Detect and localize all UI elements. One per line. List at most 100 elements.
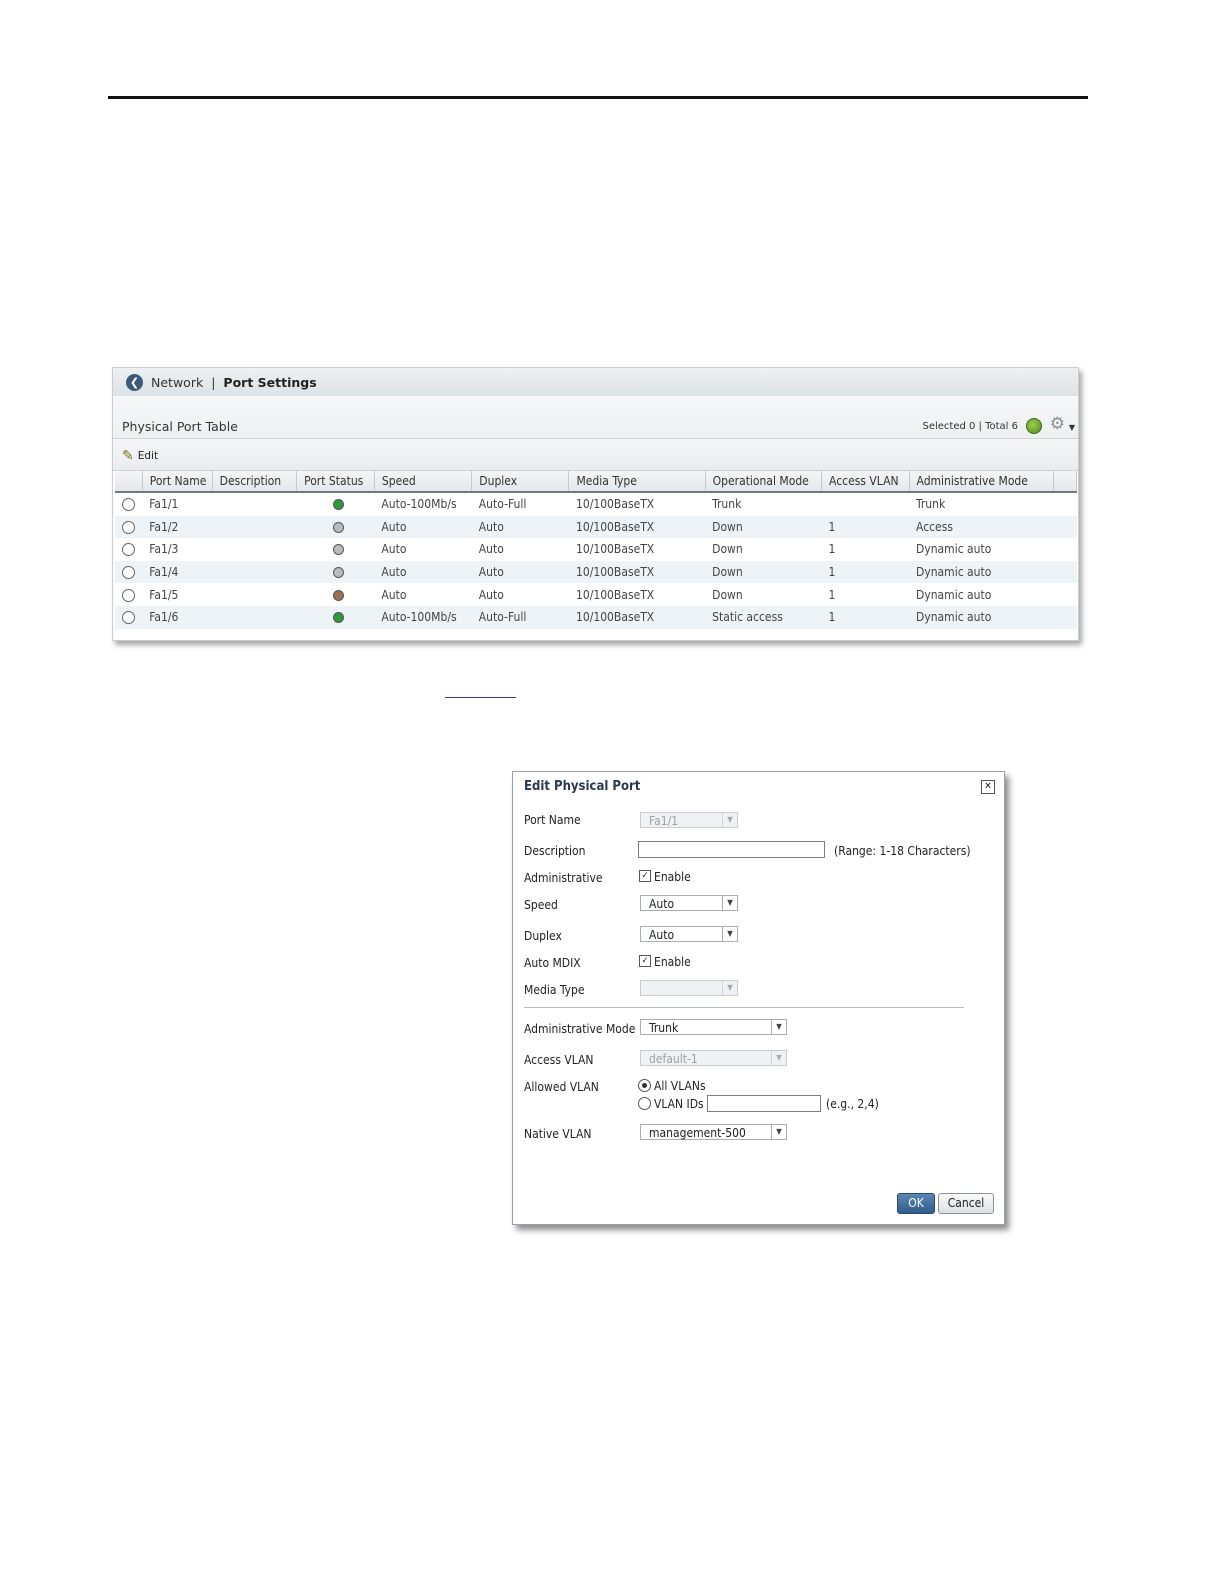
speed-cell: Auto bbox=[374, 515, 472, 539]
operational-mode-cell: Down bbox=[705, 560, 822, 584]
pencil-icon: ✎ bbox=[122, 448, 134, 464]
breadcrumb-separator: | bbox=[211, 374, 216, 390]
row-select-radio[interactable] bbox=[122, 588, 135, 602]
row-select-cell bbox=[115, 538, 142, 561]
table-row[interactable]: Fa1/1 Auto-100Mb/s Auto-Full 10/100BaseT… bbox=[115, 492, 1077, 516]
administrative-mode-cell: Access bbox=[909, 515, 1054, 539]
breadcrumb-network-link[interactable]: Network bbox=[151, 375, 203, 390]
administrative-mode-select[interactable]: Trunk ▼ bbox=[640, 1019, 787, 1035]
status-indicator-icon bbox=[333, 499, 345, 511]
access-vlan-select[interactable]: default-1 ▼ bbox=[640, 1050, 787, 1066]
allowed-vlan-label: Allowed VLAN bbox=[524, 1080, 599, 1094]
table-row[interactable]: Fa1/2 Auto Auto 10/100BaseTX Down 1 Acce… bbox=[115, 515, 1077, 539]
row-select-cell bbox=[115, 560, 143, 584]
access-vlan-cell: 1 bbox=[821, 605, 910, 629]
table-row[interactable]: Fa1/4 Auto Auto 10/100BaseTX Down 1 Dyna… bbox=[115, 560, 1077, 584]
header-description[interactable]: Description bbox=[212, 471, 298, 493]
administrative-mode-cell: Dynamic auto bbox=[916, 542, 992, 557]
operational-mode-cell: Down bbox=[712, 542, 743, 557]
duplex-select[interactable]: Auto ▼ bbox=[640, 926, 738, 942]
duplex-label: Duplex bbox=[524, 929, 562, 943]
gear-icon[interactable]: ⚙ bbox=[1050, 416, 1065, 433]
speed-select[interactable]: Auto ▼ bbox=[640, 895, 738, 911]
filler-cell bbox=[1054, 492, 1077, 516]
description-hint: (Range: 1-18 Characters) bbox=[834, 844, 971, 858]
description-cell bbox=[212, 560, 297, 584]
description-cell bbox=[212, 605, 297, 629]
access-vlan-cell: 1 bbox=[821, 560, 910, 584]
header-operational-mode[interactable]: Operational Mode bbox=[705, 471, 823, 493]
port-status-cell bbox=[297, 538, 375, 561]
media-type-label: Media Type bbox=[524, 983, 585, 997]
port-name-cell: Fa1/6 bbox=[142, 605, 213, 629]
chevron-down-icon: ▼ bbox=[722, 896, 737, 910]
port-name-value: Fa1/1 bbox=[649, 814, 679, 828]
refresh-icon[interactable] bbox=[1026, 418, 1042, 434]
duplex-cell: Auto bbox=[471, 515, 569, 539]
row-select-radio[interactable] bbox=[122, 543, 135, 557]
page-top-rule bbox=[108, 96, 1088, 99]
row-select-radio[interactable] bbox=[122, 498, 135, 512]
table-section-header: Physical Port Table Selected 0 | Total 6… bbox=[113, 396, 1078, 439]
description-input[interactable] bbox=[638, 841, 825, 858]
cancel-button[interactable]: Cancel bbox=[938, 1193, 994, 1214]
duplex-cell: Auto bbox=[471, 560, 569, 584]
native-vlan-select[interactable]: management-500 ▼ bbox=[640, 1124, 787, 1140]
chevron-down-icon: ▼ bbox=[771, 1020, 786, 1034]
header-speed[interactable]: Speed bbox=[374, 471, 473, 493]
media-type-cell: 10/100BaseTX bbox=[568, 515, 706, 539]
page-title: Port Settings bbox=[223, 374, 317, 390]
header-port-name[interactable]: Port Name bbox=[142, 471, 213, 493]
speed-cell: Auto-100Mb/s bbox=[374, 605, 472, 629]
status-indicator-icon bbox=[333, 567, 345, 579]
header-administrative-mode[interactable]: Administrative Mode bbox=[909, 471, 1055, 493]
header-duplex[interactable]: Duplex bbox=[471, 471, 570, 493]
vlan-ids-input[interactable] bbox=[707, 1095, 821, 1112]
table-title: Physical Port Table bbox=[122, 419, 238, 434]
vlan-ids-hint: (e.g., 2,4) bbox=[826, 1097, 879, 1111]
header-media-type[interactable]: Media Type bbox=[568, 471, 706, 493]
media-type-select[interactable]: ▼ bbox=[640, 980, 738, 996]
header-access-vlan[interactable]: Access VLAN bbox=[821, 471, 910, 493]
header-port-status[interactable]: Port Status bbox=[296, 471, 375, 493]
media-type-cell: 10/100BaseTX bbox=[575, 587, 655, 602]
filler-cell bbox=[1053, 515, 1077, 539]
close-icon[interactable]: ✕ bbox=[981, 780, 995, 794]
port-name-select[interactable]: Fa1/1 ▼ bbox=[640, 812, 738, 828]
auto-mdix-checkbox[interactable]: ✓ bbox=[639, 955, 651, 967]
description-cell bbox=[212, 492, 296, 516]
port-status-cell bbox=[296, 605, 375, 629]
speed-value: Auto bbox=[649, 897, 675, 911]
filler-cell bbox=[1053, 605, 1077, 629]
operational-mode-cell: Static access bbox=[705, 605, 822, 629]
operational-mode-cell: Down bbox=[705, 515, 822, 539]
administrative-mode-value: Trunk bbox=[649, 1021, 679, 1035]
administrative-checkbox[interactable]: ✓ bbox=[639, 870, 651, 882]
administrative-mode-cell: Dynamic auto bbox=[909, 605, 1054, 629]
row-select-radio[interactable] bbox=[122, 520, 135, 534]
row-select-radio[interactable] bbox=[122, 566, 135, 580]
access-vlan-cell: 1 bbox=[828, 542, 836, 557]
auto-mdix-enable-label: Enable bbox=[654, 955, 691, 969]
table-row[interactable]: Fa1/6 Auto-100Mb/s Auto-Full 10/100BaseT… bbox=[115, 605, 1077, 629]
selection-summary: Selected 0 | Total 6 bbox=[922, 421, 1018, 432]
all-vlans-radio[interactable] bbox=[638, 1079, 651, 1092]
ok-button[interactable]: OK bbox=[897, 1193, 935, 1214]
row-select-radio[interactable] bbox=[122, 611, 135, 625]
duplex-cell: Auto-Full bbox=[471, 605, 569, 629]
vlan-ids-radio[interactable] bbox=[638, 1097, 651, 1110]
row-select-cell bbox=[115, 583, 142, 606]
speed-label: Speed bbox=[524, 898, 558, 912]
table-row[interactable]: Fa1/3 Auto Auto 10/100BaseTX Down 1 Dyna… bbox=[115, 538, 1077, 561]
vlan-ids-label: VLAN IDs bbox=[654, 1097, 704, 1111]
back-arrow-icon[interactable]: ❮ bbox=[126, 373, 143, 391]
media-type-cell: 10/100BaseTX bbox=[568, 605, 706, 629]
port-name-cell: Fa1/3 bbox=[149, 542, 179, 557]
breadcrumb: ❮ Network | Port Settings bbox=[113, 368, 1078, 396]
edit-button[interactable]: ✎ Edit bbox=[122, 448, 158, 464]
chevron-down-icon: ▼ bbox=[722, 981, 737, 995]
table-row[interactable]: Fa1/5 Auto Auto 10/100BaseTX Down 1 Dyna… bbox=[115, 583, 1077, 606]
caret-down-icon[interactable]: ▼ bbox=[1069, 423, 1075, 432]
physical-port-table: Port Name Description Port Status Speed … bbox=[115, 471, 1077, 629]
speed-cell: Auto bbox=[374, 560, 472, 584]
